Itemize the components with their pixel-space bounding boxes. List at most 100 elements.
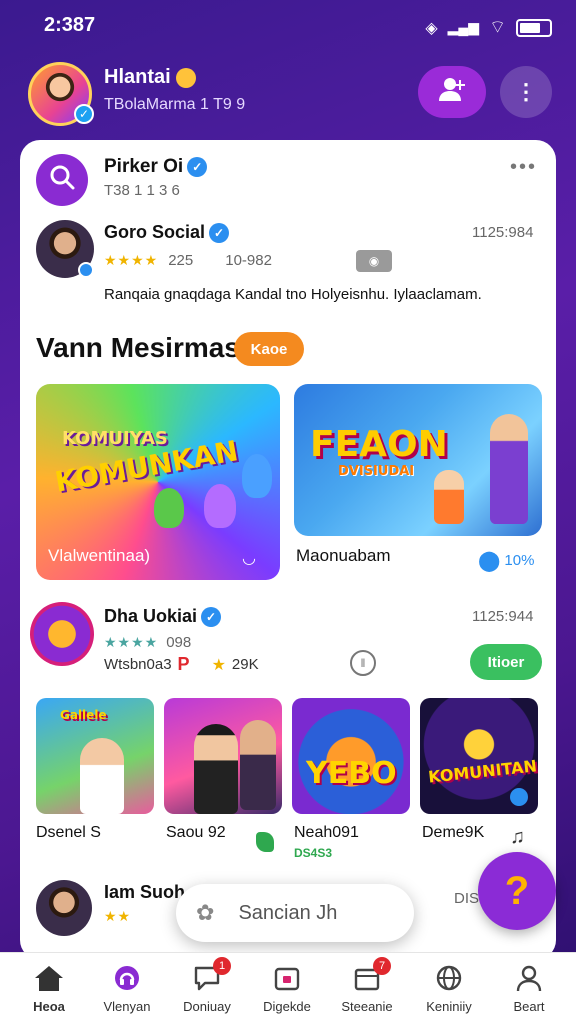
emoji-icon bbox=[176, 67, 197, 88]
camera-icon[interactable]: ◉ bbox=[356, 250, 392, 272]
tile-caption-1: Vlalwentinaa) bbox=[48, 546, 151, 565]
clover-icon: ✿ bbox=[196, 900, 215, 925]
friends-button[interactable] bbox=[418, 66, 486, 118]
tile-art-text-2a: FEAON bbox=[310, 424, 448, 465]
avatar[interactable] bbox=[36, 880, 92, 936]
signal-icon: ▂▄▆ bbox=[447, 19, 480, 35]
nav-item-community[interactable]: Keniniiy bbox=[408, 961, 490, 1023]
top-item-name: Pirker Oi bbox=[104, 156, 184, 177]
rating-count: 098 bbox=[166, 634, 192, 651]
top-item-meta: T38 1 1 3 6 bbox=[104, 182, 180, 199]
verified-icon: ✓ bbox=[74, 104, 94, 124]
character-figure bbox=[242, 454, 272, 498]
more-horizontal-icon[interactable]: ••• bbox=[510, 156, 537, 179]
search-icon bbox=[49, 164, 75, 197]
post-time: 1125:944 bbox=[472, 608, 534, 625]
reaction-icon[interactable]: ◡ bbox=[242, 548, 256, 568]
star-icon: ★ bbox=[211, 656, 226, 674]
wifi-icon: ⌔ bbox=[489, 17, 506, 37]
person-figure bbox=[194, 724, 238, 814]
thumbnail-1[interactable]: Gallele bbox=[36, 698, 154, 814]
thumbnail-label-2: Saou 92 bbox=[166, 824, 226, 841]
post-time: 1125:984 bbox=[472, 224, 534, 241]
nav-label: Keniniiy bbox=[426, 999, 472, 1014]
thumbnail-label-3: Neah091 bbox=[294, 824, 359, 841]
person-figure bbox=[80, 738, 124, 814]
nav-item-videos[interactable]: Vlenyan bbox=[86, 961, 168, 1023]
help-fab-button[interactable]: ? bbox=[478, 852, 556, 930]
person-figure bbox=[490, 414, 528, 524]
leaf-icon bbox=[256, 832, 274, 852]
nav-item-store[interactable]: 7 Steeanie bbox=[326, 957, 408, 1023]
search-bar[interactable]: ✿ Sancian Jh bbox=[176, 884, 414, 942]
thumbnail-art-text: YEBO bbox=[306, 756, 397, 791]
search-button[interactable] bbox=[36, 154, 88, 206]
store-icon: 7 bbox=[349, 957, 391, 995]
more-options-button[interactable]: ⋮ bbox=[500, 66, 552, 118]
like-count: 29K bbox=[231, 656, 259, 673]
post-sub: Wtsbn0a3 bbox=[104, 656, 172, 673]
feed-card: Pirker Oi ✓ T38 1 1 3 6 ••• Goro Social ✓ … bbox=[20, 140, 556, 960]
nav-label: Doniuay bbox=[183, 999, 231, 1014]
nav-label: Heoa bbox=[33, 999, 65, 1014]
nav-label: Digekde bbox=[263, 999, 311, 1014]
thumbnail-sub-3: DS4S3 bbox=[294, 846, 333, 860]
tile-stat-value: 10% bbox=[504, 552, 535, 569]
post-stats: ★★★★ 098 bbox=[104, 634, 191, 651]
post-stats: ★★★★ 225 10-982 bbox=[104, 252, 272, 269]
pause-icon[interactable]: ǁ bbox=[350, 650, 376, 676]
thumbnail-art-text: KOMUNITAN bbox=[427, 756, 538, 787]
calendar-icon bbox=[269, 961, 305, 995]
top-item-title[interactable]: Pirker Oi ✓ bbox=[104, 156, 208, 178]
verified-icon bbox=[78, 262, 94, 278]
rating-stars: ★★ bbox=[104, 908, 132, 924]
music-note-icon[interactable]: ♫ bbox=[510, 826, 525, 849]
search-placeholder: Sancian Jh bbox=[238, 901, 338, 924]
profile-header: ✓ Hlantai TBolaMarma 1 T9 9 ⋮ bbox=[0, 58, 576, 130]
nav-item-calendar[interactable]: Digekde bbox=[246, 961, 328, 1023]
character-figure bbox=[204, 484, 236, 528]
thumbnail-label-4: Deme9K bbox=[422, 824, 485, 841]
notification-badge: 7 bbox=[373, 957, 391, 975]
post-author-name: Goro Social bbox=[104, 222, 206, 242]
battery-icon bbox=[516, 18, 552, 37]
post-author[interactable]: Goro Social ✓ bbox=[104, 222, 230, 244]
nav-item-home[interactable]: Heoa bbox=[8, 961, 90, 1023]
rating-stars: ★★★★ bbox=[104, 252, 159, 268]
location-icon: ◈ bbox=[425, 19, 438, 37]
user-icon bbox=[511, 961, 547, 995]
tile-art-text-1a: KOMUIYAS bbox=[62, 428, 168, 449]
profile-name: Hlantai bbox=[104, 66, 197, 89]
thumbnail-3[interactable]: YEBO bbox=[292, 698, 410, 814]
nav-item-chat[interactable]: 1 Doniuay bbox=[166, 957, 248, 1023]
thumbnail-4[interactable]: KOMUNITAN bbox=[420, 698, 538, 814]
post-body: Ranqaia gnaqdaga Kandal tno Holyeisnhu. … bbox=[104, 286, 482, 303]
section-action-button[interactable]: Kaoe bbox=[234, 332, 304, 366]
post-meta: DIS bbox=[454, 890, 480, 907]
nav-item-profile[interactable]: Beart bbox=[488, 961, 570, 1023]
featured-tile-1[interactable]: KOMUIYAS KOMUNKAN Vlalwentinaa) ◡ bbox=[36, 384, 280, 580]
follow-button[interactable]: Itioer bbox=[470, 644, 542, 680]
avatar[interactable] bbox=[30, 602, 94, 666]
view-count: 10-982 bbox=[225, 252, 272, 269]
tile-caption-2: Maonuabam bbox=[296, 546, 391, 565]
post-author-name: Dha Uokiai bbox=[104, 606, 198, 626]
notification-badge: 1 bbox=[213, 957, 231, 975]
verified-icon: ✓ bbox=[209, 223, 230, 244]
tile-art-text-2b: DVISIUDAI bbox=[338, 464, 415, 479]
verified-icon bbox=[510, 788, 528, 806]
thumbnail-2[interactable] bbox=[164, 698, 282, 814]
character-figure bbox=[154, 488, 184, 528]
post-author[interactable]: Iam Suoh bbox=[104, 882, 185, 903]
headset-icon bbox=[109, 961, 145, 995]
globe-icon bbox=[431, 961, 467, 995]
nav-label: Steeanie bbox=[341, 999, 393, 1014]
character-figure bbox=[434, 470, 464, 524]
post-author[interactable]: Dha Uokiai ✓ bbox=[104, 606, 222, 628]
featured-tile-2[interactable]: FEAON DVISIUDAI bbox=[294, 384, 542, 536]
rating-stars: ★★★★ bbox=[104, 634, 159, 650]
status-icons: ◈ ▂▄▆ ⌔ bbox=[425, 16, 552, 39]
verified-icon: ✓ bbox=[201, 607, 222, 628]
nav-label: Vlenyan bbox=[103, 999, 151, 1014]
thumbnail-art-text: Gallele bbox=[60, 708, 107, 722]
